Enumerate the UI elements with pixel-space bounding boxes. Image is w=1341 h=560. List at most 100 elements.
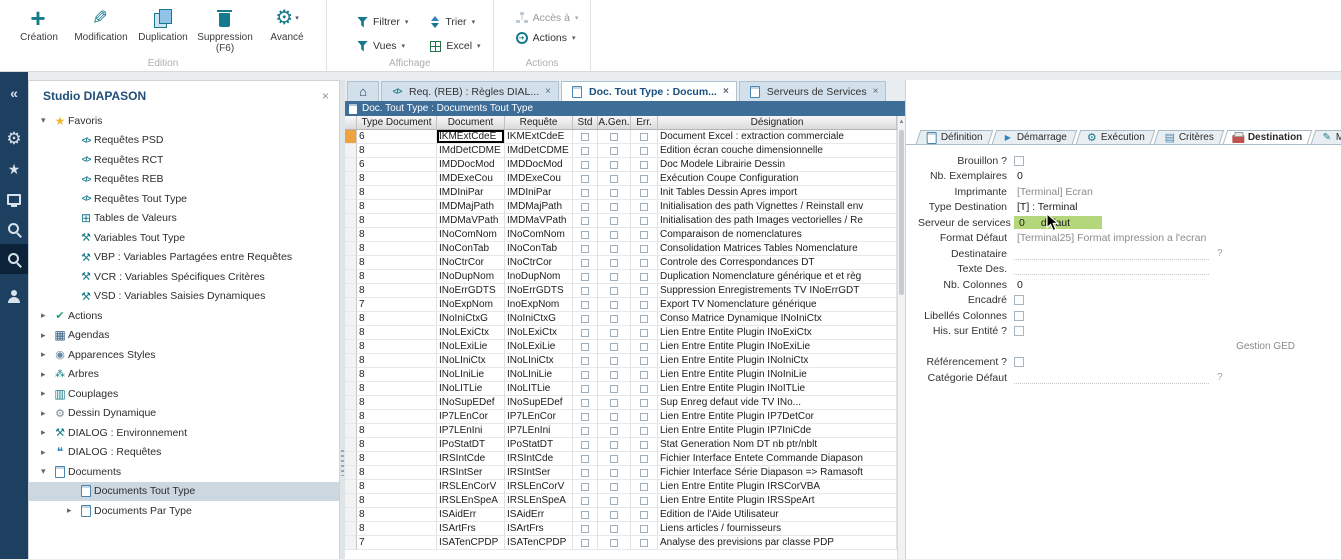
ribbon-button[interactable]: Création	[8, 4, 70, 43]
std-checkbox[interactable]	[581, 301, 589, 309]
err-checkbox[interactable]	[640, 315, 648, 323]
tree-item[interactable]: Requêtes RCT	[29, 150, 339, 170]
document-cell[interactable]: IMDDocMod	[437, 158, 505, 172]
document-cell[interactable]: INoCtrCor	[437, 256, 505, 270]
document-tab[interactable]: Serveurs de Services	[739, 81, 887, 101]
row-selector-cell[interactable]	[345, 200, 357, 214]
document-cell[interactable]: IMDMajPath	[437, 200, 505, 214]
err-checkbox[interactable]	[640, 273, 648, 281]
table-row[interactable]: 8 INoLExiLie INoLExiLie Lien Entre Entit…	[345, 340, 897, 354]
table-row[interactable]: 8 IPoStatDT IPoStatDT Stat Generation No…	[345, 438, 897, 452]
expand-arrow-icon[interactable]: ▸	[41, 427, 52, 438]
row-selector-cell[interactable]	[345, 522, 357, 536]
err-checkbox[interactable]	[640, 343, 648, 351]
tree-item[interactable]: ▾ Documents	[29, 462, 339, 482]
document-cell[interactable]: INoLITLie	[437, 382, 505, 396]
err-checkbox[interactable]	[640, 483, 648, 491]
std-checkbox[interactable]	[581, 399, 589, 407]
document-cell[interactable]: IPoStatDT	[437, 438, 505, 452]
field-value[interactable]: [T] : Terminal	[1014, 201, 1078, 213]
document-cell[interactable]: INoExpNom	[437, 298, 505, 312]
tree-item[interactable]: Requêtes Tout Type	[29, 189, 339, 209]
row-selector-cell[interactable]	[345, 144, 357, 158]
agen-checkbox[interactable]	[610, 259, 618, 267]
table-row[interactable]: 8 INoIniCtxG INoIniCtxG Conso Matrice Dy…	[345, 312, 897, 326]
expand-arrow-icon[interactable]: ▾	[41, 466, 52, 477]
tree-item[interactable]: ▸ DIALOG : Environnement	[29, 423, 339, 443]
row-selector-cell[interactable]	[345, 130, 357, 144]
tree-item[interactable]: Requêtes PSD	[29, 131, 339, 151]
expand-arrow-icon[interactable]: ▸	[41, 408, 52, 419]
tree-item[interactable]: ▸ Apparences Styles	[29, 345, 339, 365]
row-selector-cell[interactable]	[345, 326, 357, 340]
agen-checkbox[interactable]	[610, 133, 618, 141]
row-selector-cell[interactable]	[345, 340, 357, 354]
err-checkbox[interactable]	[640, 287, 648, 295]
std-checkbox[interactable]	[581, 217, 589, 225]
column-header[interactable]: Document	[437, 116, 505, 129]
row-selector-cell[interactable]	[345, 284, 357, 298]
std-checkbox[interactable]	[581, 203, 589, 211]
err-checkbox[interactable]	[640, 469, 648, 477]
table-row[interactable]: 8 INoDupNom InoDupNom Duplication Nomenc…	[345, 270, 897, 284]
tree-item[interactable]: ▸ Arbres	[29, 365, 339, 385]
err-checkbox[interactable]	[640, 427, 648, 435]
scrollbar-thumb[interactable]	[899, 130, 904, 295]
agen-checkbox[interactable]	[610, 231, 618, 239]
std-checkbox[interactable]	[581, 133, 589, 141]
table-row[interactable]: 6 IKMExtCdeE IKMExtCdeE Document Excel :…	[345, 130, 897, 144]
document-cell[interactable]: INoSupEDef	[437, 396, 505, 410]
column-header[interactable]	[345, 116, 357, 129]
expand-arrow-icon[interactable]: ▸	[41, 369, 52, 380]
checkbox[interactable]	[1014, 311, 1024, 321]
std-checkbox[interactable]	[581, 161, 589, 169]
ribbon-small-button[interactable]: Vues ▾	[353, 34, 412, 58]
row-selector-cell[interactable]	[345, 228, 357, 242]
expand-arrow-icon[interactable]: ▾	[41, 115, 52, 126]
input-field[interactable]	[1014, 248, 1209, 260]
tree-item[interactable]: ▸ DIALOG : Requêtes	[29, 443, 339, 463]
std-checkbox[interactable]	[581, 231, 589, 239]
document-cell[interactable]: INoConTab	[437, 242, 505, 256]
table-row[interactable]: 7 INoExpNom InoExpNom Export TV Nomencla…	[345, 298, 897, 312]
document-cell[interactable]: IRSIntCde	[437, 452, 505, 466]
document-tab[interactable]: Doc. Tout Type : Docum...	[561, 81, 737, 101]
err-checkbox[interactable]	[640, 189, 648, 197]
row-selector-cell[interactable]	[345, 298, 357, 312]
agen-checkbox[interactable]	[610, 301, 618, 309]
ribbon-button[interactable]: Suppression (F6)	[194, 4, 256, 54]
nav-strip-item[interactable]	[0, 154, 28, 184]
table-row[interactable]: 8 INoCtrCor INoCtrCor Controle des Corre…	[345, 256, 897, 270]
agen-checkbox[interactable]	[610, 413, 618, 421]
field-value[interactable]: [Terminal] Ecran	[1014, 186, 1093, 198]
ribbon-small-button[interactable]: Actions ▾	[512, 30, 583, 46]
expand-arrow-icon[interactable]: ▸	[67, 505, 78, 516]
row-selector-cell[interactable]	[345, 466, 357, 480]
ribbon-small-button[interactable]: Excel ▾	[426, 34, 484, 58]
checkbox[interactable]	[1014, 295, 1024, 305]
std-checkbox[interactable]	[581, 413, 589, 421]
checkbox[interactable]	[1014, 326, 1024, 336]
err-checkbox[interactable]	[640, 511, 648, 519]
tree-item[interactable]: Requêtes REB	[29, 170, 339, 190]
table-row[interactable]: 8 INoComNom INoComNom Comparaison de nom…	[345, 228, 897, 242]
panel-tab[interactable]: Destination	[1222, 130, 1312, 144]
column-header[interactable]: Type Document	[357, 116, 437, 129]
panel-tab[interactable]: Critères	[1153, 130, 1224, 144]
std-checkbox[interactable]	[581, 539, 589, 547]
row-selector-cell[interactable]	[345, 158, 357, 172]
table-row[interactable]: 8 ISArtFrs ISArtFrs Liens articles / fou…	[345, 522, 897, 536]
std-checkbox[interactable]	[581, 427, 589, 435]
tree-item[interactable]: ▸ Actions	[29, 306, 339, 326]
agen-checkbox[interactable]	[610, 189, 618, 197]
document-cell[interactable]: INoDupNom	[437, 270, 505, 284]
agen-checkbox[interactable]	[610, 287, 618, 295]
tree-item[interactable]: ▸ Agendas	[29, 326, 339, 346]
nav-strip-item[interactable]	[0, 184, 28, 214]
document-cell[interactable]: INoLExiCtx	[437, 326, 505, 340]
err-checkbox[interactable]	[640, 539, 648, 547]
table-row[interactable]: 8 IRSIntSer IRSIntSer Fichier Interface …	[345, 466, 897, 480]
table-row[interactable]: 8 IRSLEnSpeA IRSLEnSpeA Lien Entre Entit…	[345, 494, 897, 508]
table-row[interactable]: 8 INoConTab INoConTab Consolidation Matr…	[345, 242, 897, 256]
expand-arrow-icon[interactable]: ▸	[41, 349, 52, 360]
